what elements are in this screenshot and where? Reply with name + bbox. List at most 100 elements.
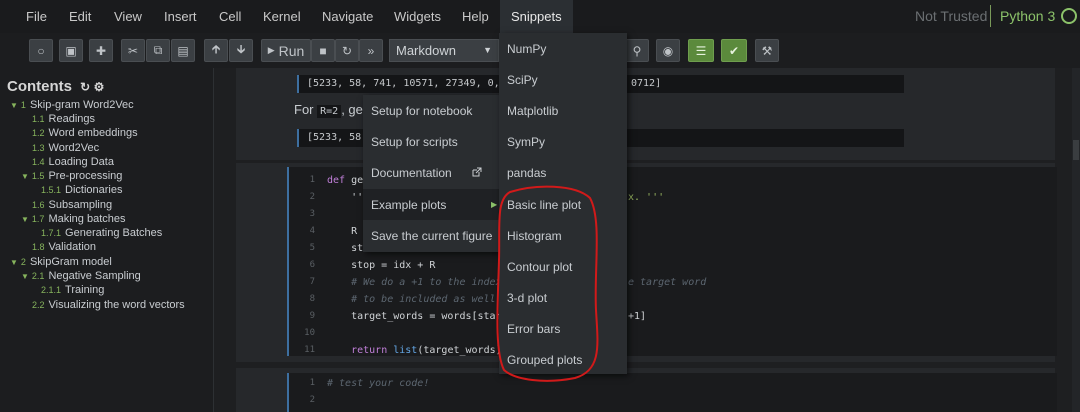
caret-down-icon[interactable]: ▼ (21, 215, 29, 224)
save-button[interactable]: ▣ (59, 39, 83, 62)
interrupt-button[interactable]: ■ (311, 39, 335, 62)
toc-item[interactable]: 1.5.1 Dictionaries (41, 184, 123, 196)
menu-item-setup-scripts[interactable]: Setup for scripts (371, 135, 458, 149)
toc-item[interactable]: ▼ 1.7 Making batches (21, 213, 125, 225)
toc-item[interactable]: 1.1 Readings (32, 113, 95, 125)
kernel-status-icon (1061, 8, 1077, 24)
tools-button[interactable]: ⚒ (755, 39, 779, 62)
menu-item-example-plots[interactable]: Example plots (363, 189, 499, 220)
toc-item[interactable]: 1.2 Word embeddings (32, 127, 138, 139)
menu-navigate[interactable]: Navigate (314, 0, 381, 33)
move-up-button[interactable]: 🡱 (204, 39, 228, 62)
toc-num: 1.5.1 (41, 185, 62, 195)
menu-view[interactable]: View (106, 0, 150, 33)
toc-item[interactable]: ▼ 1.5 Pre-processing (21, 170, 122, 182)
menu-file[interactable]: File (18, 0, 55, 33)
refresh-icon: ↻ (341, 43, 353, 58)
menu-insert[interactable]: Insert (156, 0, 205, 33)
toc-label: Negative Sampling (48, 270, 141, 282)
restart-button[interactable]: ↻ (335, 39, 359, 62)
toc-item[interactable]: 1.3 Word2Vec (32, 142, 99, 154)
code-line-tail: x. ''' (628, 192, 665, 203)
toc-item[interactable]: 2.2 Visualizing the word vectors (32, 299, 185, 311)
line-number: 7 (309, 277, 315, 287)
menu-edit[interactable]: Edit (61, 0, 99, 33)
toc-toggle-button[interactable]: ☰ (688, 39, 714, 62)
search-button[interactable]: ⚲ (625, 39, 649, 62)
toc-item[interactable]: ▼ 2 SkipGram model (10, 256, 112, 268)
caret-down-icon[interactable]: ▼ (10, 258, 18, 267)
line-number: 10 (304, 328, 315, 338)
scrollbar-thumb[interactable] (1073, 140, 1079, 160)
line-number: 2 (309, 395, 315, 405)
caret-down-icon[interactable]: ▼ (10, 101, 18, 110)
toc-item[interactable]: 2.1.1 Training (41, 284, 104, 296)
submenu-item-scipy[interactable]: SciPy (507, 73, 538, 87)
line-number: 1 (309, 175, 315, 185)
code-line-tail: +1] (628, 311, 647, 322)
insert-cell-button[interactable]: ✚ (89, 39, 113, 62)
menu-item-save-figure[interactable]: Save the current figure (371, 229, 492, 243)
menu-widgets[interactable]: Widgets (386, 0, 449, 33)
restart-run-all-button[interactable]: » (359, 39, 383, 62)
kernel-name: Python 3 (1000, 8, 1056, 24)
menu-item-setup-notebook[interactable]: Setup for notebook (371, 104, 472, 118)
menu-cell[interactable]: Cell (211, 0, 249, 33)
keyboard-icon: ○ (37, 43, 45, 58)
toc-item[interactable]: 1.4 Loading Data (32, 156, 114, 168)
toc-label: Making batches (48, 213, 126, 225)
preview-button[interactable]: ◉ (656, 39, 680, 62)
arrow-up-icon: 🡱 (211, 42, 221, 56)
toc-label: SkipGram model (29, 256, 112, 268)
toc-num: 2.2 (32, 300, 45, 310)
scrollbar[interactable] (1072, 68, 1080, 412)
line-number: 6 (309, 260, 315, 270)
toc-item[interactable]: ▼ 1 Skip-gram Word2Vec (10, 99, 134, 111)
command-palette-button[interactable]: ○ (29, 39, 53, 62)
checklist-button[interactable]: ✔ (721, 39, 747, 62)
gear-icon[interactable]: ⚙ (94, 80, 105, 94)
toc-label: Subsampling (48, 199, 113, 211)
toc-num: 2 (20, 257, 26, 267)
markdown-text: For R=2, get (294, 102, 366, 118)
toc-label: Readings (48, 113, 95, 125)
run-button[interactable]: ▶ Run (261, 39, 311, 62)
trust-indicator[interactable]: Not Trusted (915, 0, 987, 33)
code-line: # to be included as well (327, 294, 496, 305)
copy-button[interactable]: ⧉ (146, 39, 170, 62)
code-line: # test your code! (327, 378, 430, 389)
toc-item[interactable]: 1.6 Subsampling (32, 199, 112, 211)
copy-icon: ⧉ (153, 43, 163, 57)
move-down-button[interactable]: 🡳 (229, 39, 253, 62)
hammer-icon: ⚒ (761, 43, 773, 58)
caret-down-icon[interactable]: ▼ (21, 172, 29, 181)
menu-kernel[interactable]: Kernel (255, 0, 309, 33)
cut-button[interactable]: ✂ (121, 39, 145, 62)
play-icon: ▶ (267, 45, 275, 55)
toc-item[interactable]: ▼ 2.1 Negative Sampling (21, 270, 141, 282)
toc-num: 1 (20, 100, 26, 110)
menu-item-documentation[interactable]: Documentation (371, 166, 452, 180)
submenu-item-pandas[interactable]: pandas (507, 166, 546, 180)
submenu-item-sympy[interactable]: SymPy (507, 135, 545, 149)
submenu-item-numpy[interactable]: NumPy (507, 42, 546, 56)
toc-label: Word2Vec (48, 142, 100, 154)
scissors-icon: ✂ (127, 43, 139, 58)
toc-item[interactable]: 1.7.1 Generating Batches (41, 227, 162, 239)
submenu-item-matplotlib[interactable]: Matplotlib (507, 104, 558, 118)
paste-button[interactable]: ▤ (171, 39, 195, 62)
inline-code: R=2 (317, 105, 342, 118)
toc-num: 1.6 (32, 200, 45, 210)
menu-snippets[interactable]: Snippets (500, 0, 573, 33)
code-line: stop = idx + R (327, 260, 436, 271)
line-number: 9 (309, 311, 315, 321)
toc-label: Word embeddings (48, 127, 138, 139)
code-line: # We do a +1 to the index (327, 277, 502, 288)
line-number: 5 (309, 243, 315, 253)
caret-down-icon[interactable]: ▼ (21, 272, 29, 281)
refresh-icon[interactable]: ↻ (80, 80, 90, 94)
cell-type-select[interactable]: Markdown ▼ (389, 39, 499, 62)
menu-help[interactable]: Help (454, 0, 497, 33)
toc-item[interactable]: 1.8 Validation (32, 241, 96, 253)
fast-forward-icon: » (367, 43, 375, 58)
